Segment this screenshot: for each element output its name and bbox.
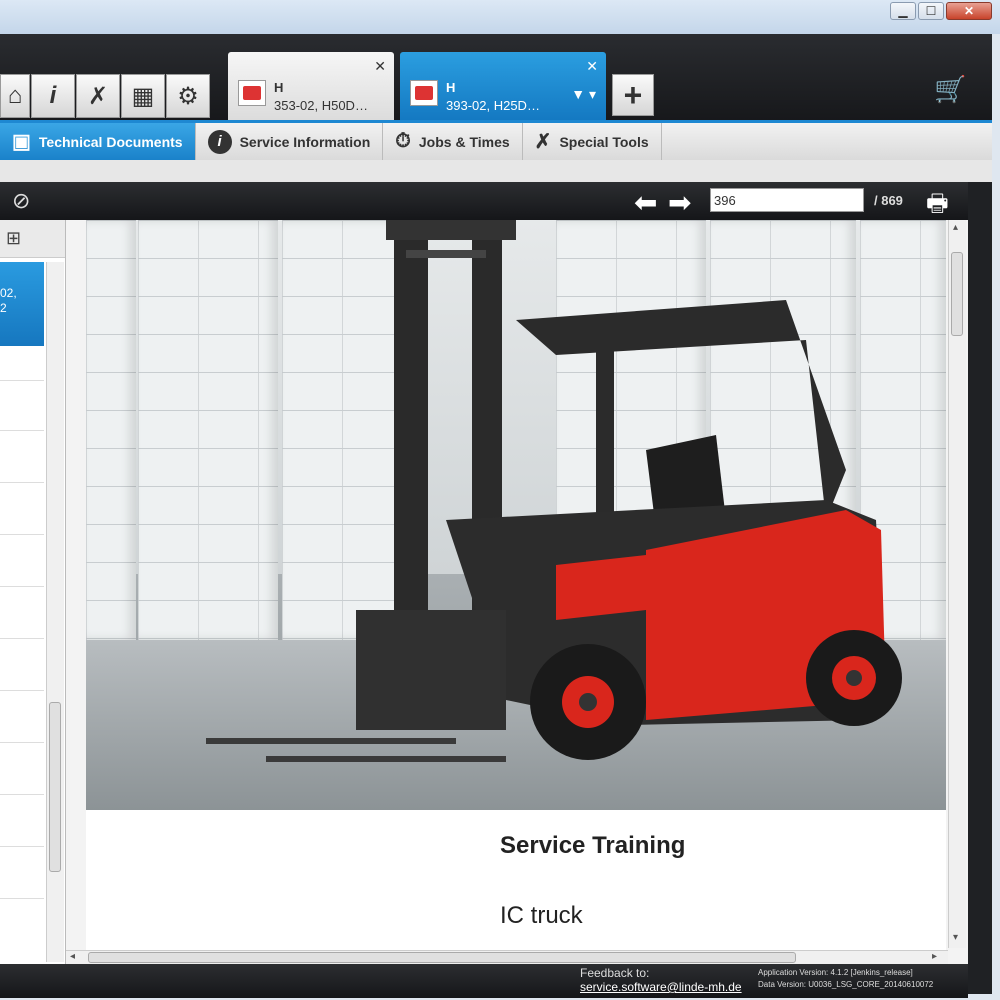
tab-technical-documents[interactable]: ▣ Technical Documents [0,123,196,160]
tree-row-divider [0,742,44,743]
tree-view-icon[interactable]: ⊞ [0,220,65,258]
scrollbar-thumb[interactable] [951,252,963,336]
document-title: Service Training [500,832,686,859]
tab-label: Service Information [239,133,371,150]
top-bar: ⌂ i ✗ ▦ ⚙ ✕ H 353-02, H50D… ✕ H 393-02, … [0,34,992,120]
previous-page-button[interactable]: ⬅ [634,186,657,219]
minimize-button[interactable]: ▁ [890,2,916,20]
app-frame: ⌂ i ✗ ▦ ⚙ ✕ H 353-02, H50D… ✕ H 393-02, … [0,34,992,998]
home-icon[interactable]: ⌂ [0,74,30,118]
function-tabs: ▣ Technical Documents i Service Informat… [0,120,992,160]
tree-row-divider [0,638,44,639]
window-title-bar: ▁ ☐ ✕ [0,0,1000,34]
tree-row-divider [0,690,44,691]
tree-row-divider [0,380,44,381]
window-controls: ▁ ☐ ✕ [890,2,992,20]
scroll-up-arrow-icon[interactable]: ▴ [953,222,958,233]
clear-filter-icon[interactable]: ⊘ [12,188,30,214]
document-tree-panel: ⊞ 02, 2 [0,220,66,964]
page-number-input[interactable] [710,188,864,212]
status-footer: Feedback to: service.software@linde-mh.d… [0,964,968,998]
page-total: / 869 [874,193,903,208]
tab-title: H [274,80,284,95]
close-window-button[interactable]: ✕ [946,2,992,20]
main-icon-bar: ⌂ i ✗ ▦ ⚙ [0,74,210,118]
tree-row-divider [0,794,44,795]
tab-label: Technical Documents [38,133,183,150]
horizontal-scrollbar[interactable]: ◂ ▸ [66,950,948,964]
vertical-scrollbar[interactable]: ▾ ▴ [948,220,966,948]
scroll-right-arrow-icon[interactable]: ▸ [932,951,937,962]
feedback-email-link[interactable]: service.software@linde-mh.de [580,980,742,994]
tree-row-divider [0,430,44,431]
divider [0,160,992,182]
filter-dropdown-icon[interactable]: ▼ ▾ [571,86,596,103]
scrollbar-thumb[interactable] [49,702,61,872]
next-page-button[interactable]: ➡ [668,186,691,219]
info-icon[interactable]: i [31,74,75,118]
close-icon[interactable]: ✕ [586,58,598,75]
tab-service-information[interactable]: i Service Information [196,123,384,160]
tab-subtitle: 353-02, H50D… [274,98,368,113]
application-version: Application Version: 4.1.2 [Jenkins_rele… [758,968,913,977]
tools-icon: ✗ [534,131,552,153]
tab-jobs-times[interactable]: ⏱ Jobs & Times [383,123,523,160]
scroll-down-arrow-icon[interactable]: ▾ [953,932,958,943]
scroll-left-arrow-icon[interactable]: ◂ [70,951,75,962]
tree-row-divider [0,586,44,587]
tools-icon[interactable]: ✗ [76,74,120,118]
document-viewer: Service Training IC truck ▾ ▴ ◂ ▸ [66,220,968,964]
document-toolbar: ⊘ ⬅ ➡ / 869 🖶 [0,182,968,220]
feedback-label: Feedback to: [580,966,650,980]
tab-label: Special Tools [559,133,649,150]
tree-row-divider [0,534,44,535]
tab-title: H [446,80,456,95]
application-window: ▁ ☐ ✕ ⌂ i ✗ ▦ ⚙ ✕ H 353-02, H50D… ✕ H 39… [0,0,1000,1000]
forklift-illustration [206,220,902,762]
timer-icon: ⏱ [395,130,411,152]
tab-subtitle: 393-02, H25D… [446,98,540,113]
scrollbar-thumb[interactable] [88,952,796,963]
tree-row-divider [0,898,44,899]
vehicle-tab-h50d[interactable]: ✕ H 353-02, H50D… [228,52,394,120]
vehicle-tab-h25d[interactable]: ✕ H 393-02, H25D… ▼ ▾ [400,52,606,120]
vehicle-icon[interactable]: ▦ [121,74,165,118]
data-version: Data Version: U0036_LSG_CORE_20140610072 [758,980,934,989]
maximize-button[interactable]: ☐ [918,2,944,20]
tree-row-divider [0,846,44,847]
document-icon: ▣ [12,131,31,153]
forklift-icon [410,80,438,106]
tab-label: Jobs & Times [418,133,510,150]
tab-special-tools[interactable]: ✗ Special Tools [523,123,662,160]
forklift-photo [86,220,946,810]
tree-row-divider [0,482,44,483]
add-tab-button[interactable]: + [612,74,654,116]
close-icon[interactable]: ✕ [374,58,386,75]
tree-item-selected[interactable]: 02, 2 [0,262,44,346]
gear-icon[interactable]: ⚙ [166,74,210,118]
tree-scrollbar[interactable] [46,262,64,962]
forklift-icon [238,80,266,106]
cart-icon[interactable]: 🛒 [934,74,966,105]
info-icon: i [207,129,232,154]
document-subtitle: IC truck [500,902,583,929]
document-page: Service Training IC truck [86,220,946,960]
